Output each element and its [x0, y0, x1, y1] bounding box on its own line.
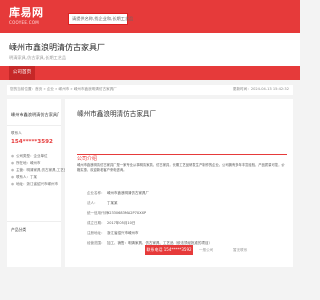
- bullet-icon: ●: [11, 175, 15, 179]
- company-type-label: 一般公司: [199, 248, 214, 252]
- info-row: 企业名称： 嵊州市鑫浪明清仿古家具厂: [87, 191, 149, 195]
- info-row: 统一信用代码：92330683MA2P7XXXP: [87, 211, 147, 215]
- sidebar-row: ● 所在地：嵊州市: [11, 161, 41, 165]
- search-placeholder: 请提供名称,找企业和,长期工艺品: [72, 16, 134, 21]
- sidebar: 嵊州市鑫浪明清仿古家具厂 联系人 154*****3592 ● 公司类型：企业单位…: [7, 99, 67, 267]
- bullet-icon: ●: [11, 154, 15, 158]
- update-date: 更新时间：2024-04-13 15:42:32: [232, 87, 289, 91]
- sidebar-phone[interactable]: 154*****3592: [11, 139, 53, 145]
- sidebar-row: ● 地址：浙江省绍兴市嵊州市: [11, 182, 59, 186]
- site-logo[interactable]: 库易网 COOYEE.COM: [9, 6, 67, 28]
- logo-main: 库易网: [9, 6, 44, 19]
- breadcrumb-path[interactable]: 您的当前位置：首页 » 企业 » 嵊州市 » 嵊州市鑫浪明清仿古家具厂: [10, 87, 117, 92]
- top-bar: 库易网 COOYEE.COM 请提供名称,找企业和,长期工艺品: [0, 0, 300, 33]
- company-intro: 嵊州市鑫浪明清仿古家具厂是一家专业从事明清家具，仿古家具，长期工艺品研发生产制作…: [77, 163, 285, 172]
- info-row: 注册地址： 浙江省绍兴市嵊州市: [87, 231, 139, 235]
- search-input[interactable]: 请提供名称,找企业和,长期工艺品: [68, 13, 133, 25]
- sidebar-products[interactable]: 产品分类: [11, 227, 26, 233]
- bullet-icon: ●: [11, 182, 15, 186]
- sidebar-row: ● 主营：明清家具,仿古家具,工艺品: [11, 168, 68, 172]
- sidebar-divider: [7, 221, 61, 222]
- section-header: 公司介绍: [77, 145, 287, 162]
- tab-home[interactable]: 公司首页: [9, 66, 35, 80]
- main-content: 嵊州市鑫浪明清仿古家具厂 公司介绍 嵊州市鑫浪明清仿古家具厂是一家专业从事明清家…: [65, 99, 293, 267]
- company-tagline: 明清家具,仿古家具,长期工艺品: [9, 55, 67, 60]
- bullet-icon: ●: [11, 161, 15, 165]
- info-row: 法人： 丁某某: [87, 201, 118, 205]
- logo-sub: COOYEE.COM: [9, 20, 40, 25]
- nav-bar: 公司首页: [0, 66, 300, 80]
- bullet-icon: ●: [11, 168, 15, 172]
- sidebar-company-name: 嵊州市鑫浪明清仿古家具厂: [11, 112, 59, 117]
- info-row: 成立日期： 2017年05月10日: [87, 221, 136, 225]
- sidebar-divider: [7, 125, 61, 126]
- sidebar-contact-label: 联系人: [11, 131, 22, 135]
- contact-status-label: 暂无联系: [233, 248, 248, 252]
- breadcrumb: 您的当前位置：首页 » 企业 » 嵊州市 » 嵊州市鑫浪明清仿古家具厂 更新时间…: [7, 85, 293, 95]
- call-button[interactable]: 联系电话 154*****3592: [145, 245, 193, 255]
- footer: [0, 280, 300, 300]
- section-title: 公司介绍: [77, 156, 98, 162]
- page-title: 嵊州市鑫浪明清仿古家具厂: [77, 110, 157, 118]
- sidebar-row: ● 联系人：丁某: [11, 175, 38, 179]
- company-title: 嵊州市鑫浪明清仿古家具厂: [9, 43, 105, 52]
- company-header: 嵊州市鑫浪明清仿古家具厂 明清家具,仿古家具,长期工艺品: [0, 33, 300, 66]
- sidebar-row: ● 公司类型：企业单位: [11, 154, 48, 158]
